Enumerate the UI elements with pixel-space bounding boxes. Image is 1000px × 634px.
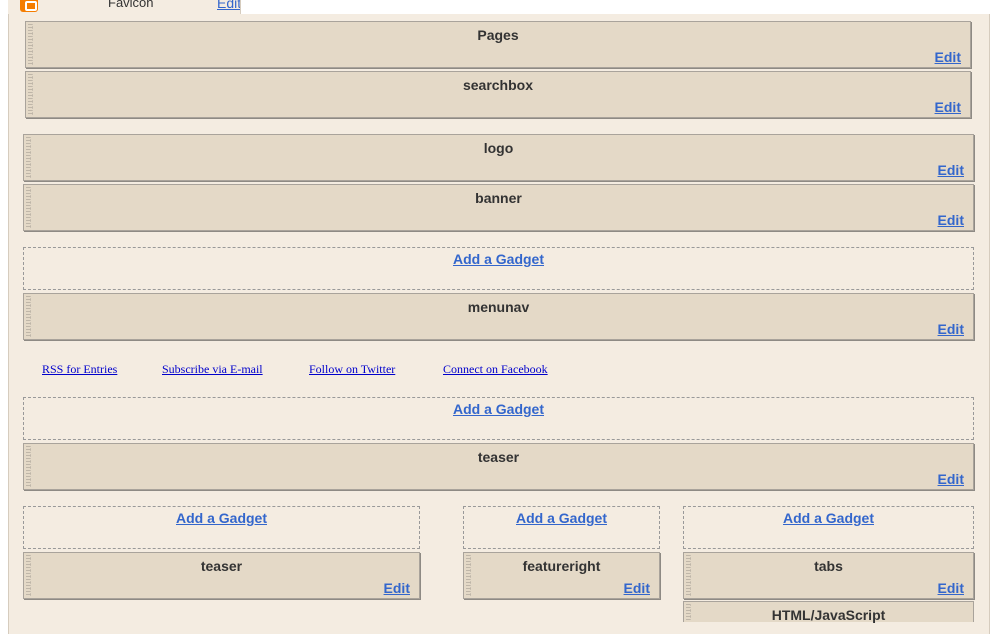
widget-banner[interactable]: banner Edit [23,184,974,231]
widget-title: featureright [522,558,601,574]
email-subscribe-link[interactable]: Subscribe via E-mail [162,362,263,377]
blogger-logo-icon [20,0,38,12]
widget-teaser-left[interactable]: teaser Edit [23,552,420,599]
add-gadget-area: Add a Gadget [23,397,974,440]
edit-link[interactable]: Edit [938,471,964,487]
edit-link[interactable]: Edit [624,580,650,596]
widget-title: teaser [477,449,520,465]
widget-title: tabs [814,558,843,574]
widget-title: searchbox [462,77,534,93]
add-gadget-link[interactable]: Add a Gadget [464,510,659,526]
add-gadget-link[interactable]: Add a Gadget [24,251,973,267]
widget-teaser[interactable]: teaser Edit [23,443,974,490]
favicon-edit-link[interactable]: Edit [217,0,240,11]
widget-title: HTML/JavaScript [771,607,886,623]
add-gadget-area-right: Add a Gadget [683,506,974,549]
favicon-bar: Favicon Edit [8,0,241,14]
add-gadget-link[interactable]: Add a Gadget [684,510,973,526]
widget-title: Pages [477,27,519,43]
edit-link[interactable]: Edit [938,212,964,228]
widget-title: teaser [200,558,243,574]
add-gadget-area-left: Add a Gadget [23,506,420,549]
edit-link[interactable]: Edit [384,580,410,596]
edit-link[interactable]: Edit [938,162,964,178]
widget-title: banner [475,190,522,206]
widget-searchbox[interactable]: searchbox Edit [25,71,971,118]
rss-link[interactable]: RSS for Entries [42,362,117,377]
edit-link[interactable]: Edit [938,321,964,337]
add-gadget-area-middle: Add a Gadget [463,506,660,549]
edit-link[interactable]: Edit [935,99,961,115]
widget-featureright[interactable]: featureright Edit [463,552,660,599]
edit-link[interactable]: Edit [935,49,961,65]
widget-title: menunav [467,299,530,315]
facebook-link[interactable]: Connect on Facebook [443,362,548,377]
add-gadget-link[interactable]: Add a Gadget [24,401,973,417]
widget-title: logo [483,140,514,156]
add-gadget-link[interactable]: Add a Gadget [24,510,419,526]
edit-link[interactable]: Edit [938,580,964,596]
widget-tabs[interactable]: tabs Edit [683,552,974,599]
favicon-label: Favicon [108,0,154,10]
widget-logo[interactable]: logo Edit [23,134,974,181]
widget-menunav[interactable]: menunav Edit [23,293,974,340]
add-gadget-area: Add a Gadget [23,247,974,290]
widget-html-javascript[interactable]: HTML/JavaScript [683,601,974,623]
widget-pages[interactable]: Pages Edit [25,21,971,68]
twitter-link[interactable]: Follow on Twitter [309,362,395,377]
